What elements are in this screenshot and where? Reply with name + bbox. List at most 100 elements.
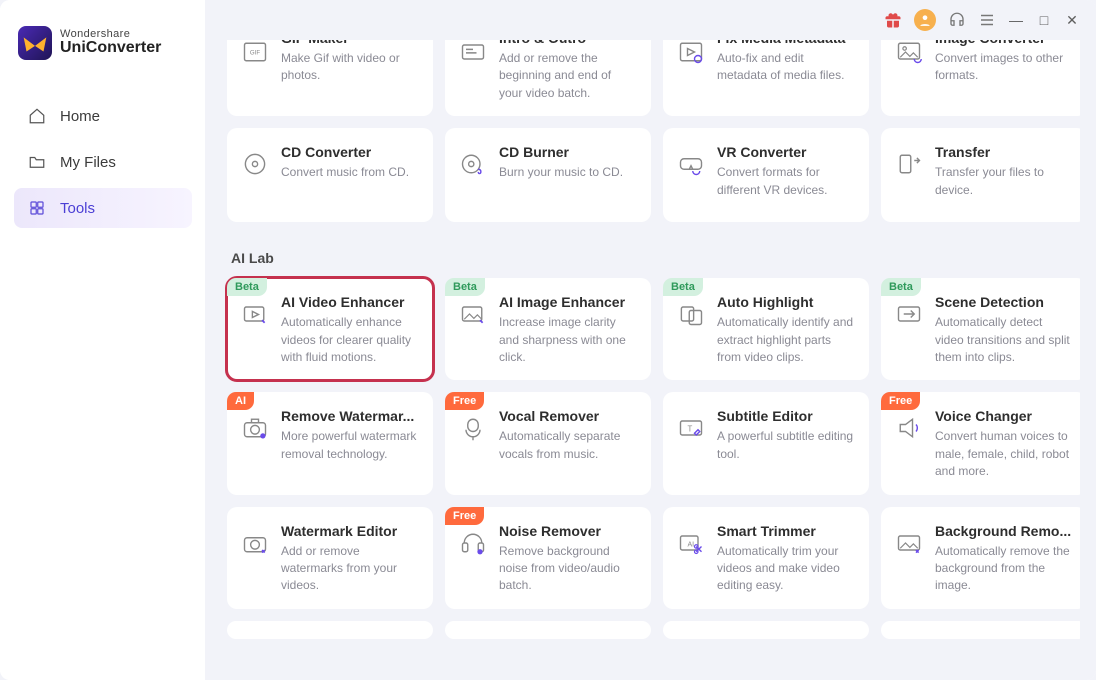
cd-burn-icon	[459, 150, 487, 178]
card-remove-watermark[interactable]: AI Remove Watermar... More powerful wate…	[227, 392, 433, 494]
card-vr-converter[interactable]: VR Converter Convert formats for differe…	[663, 128, 869, 222]
card-desc: Make Gif with video or photos.	[281, 50, 419, 85]
bgremove-icon	[895, 529, 923, 557]
gif-icon: GIF	[241, 40, 269, 66]
svg-text:T: T	[688, 425, 693, 434]
card-title: VR Converter	[717, 144, 855, 160]
main: — □ ✕ GIF GIF Maker Make Gif with video …	[205, 0, 1096, 680]
card-fix-metadata[interactable]: Fix Media Metadata Auto-fix and edit met…	[663, 40, 869, 116]
scene-icon	[895, 300, 923, 328]
card-title: Subtitle Editor	[717, 408, 855, 424]
card-background-remover[interactable]: Background Remo... Automatically remove …	[881, 507, 1080, 609]
sidebar: Wondershare UniConverter Home My Files T…	[0, 0, 205, 680]
tools-icon	[28, 199, 46, 217]
titlebar: — □ ✕	[205, 0, 1096, 40]
card-watermark-editor[interactable]: Watermark Editor Add or remove watermark…	[227, 507, 433, 609]
card-peek[interactable]	[445, 621, 651, 639]
card-noise-remover[interactable]: Free Noise Remover Remove background noi…	[445, 507, 651, 609]
brand-logo: Wondershare UniConverter	[14, 20, 192, 74]
content: GIF GIF Maker Make Gif with video or pho…	[205, 40, 1096, 680]
card-desc: Add or remove watermarks from your video…	[281, 543, 419, 595]
ai-badge: AI	[227, 392, 254, 410]
card-image-converter[interactable]: Image Converter Convert images to other …	[881, 40, 1080, 116]
card-desc: Automatically enhance videos for clearer…	[281, 314, 419, 366]
cd-convert-icon	[241, 150, 269, 178]
card-title: CD Converter	[281, 144, 409, 160]
sidebar-item-tools[interactable]: Tools	[14, 188, 192, 228]
card-desc: Automatically detect video transitions a…	[935, 314, 1073, 366]
card-peek[interactable]	[663, 621, 869, 639]
scroll-area[interactable]: GIF GIF Maker Make Gif with video or pho…	[205, 40, 1080, 670]
card-desc: Remove background noise from video/audio…	[499, 543, 637, 595]
card-desc: Add or remove the beginning and end of y…	[499, 50, 637, 102]
svg-text:GIF: GIF	[250, 50, 260, 57]
nav: Home My Files Tools	[14, 96, 192, 228]
maximize-button[interactable]: □	[1036, 12, 1052, 28]
card-cd-converter[interactable]: CD Converter Convert music from CD.	[227, 128, 433, 222]
card-title: Transfer	[935, 144, 1073, 160]
card-voice-changer[interactable]: Free Voice Changer Convert human voices …	[881, 392, 1080, 494]
card-gif-maker[interactable]: GIF GIF Maker Make Gif with video or pho…	[227, 40, 433, 116]
ai-row-2: AI Remove Watermar... More powerful wate…	[213, 392, 1080, 494]
card-subtitle-editor[interactable]: T Subtitle Editor A powerful subtitle ed…	[663, 392, 869, 494]
image-enhance-icon	[459, 300, 487, 328]
card-title: Intro & Outro	[499, 40, 637, 46]
card-desc: Burn your music to CD.	[499, 164, 623, 181]
vocal-icon	[459, 414, 487, 442]
beta-badge: Beta	[663, 278, 703, 296]
card-peek[interactable]	[881, 621, 1080, 639]
sidebar-item-label: Tools	[60, 200, 95, 217]
card-title: AI Image Enhancer	[499, 294, 637, 310]
beta-badge: Beta	[227, 278, 267, 296]
card-title: Remove Watermar...	[281, 408, 419, 424]
tool-row-2: CD Converter Convert music from CD. CD B…	[213, 128, 1080, 222]
image-convert-icon	[895, 40, 923, 66]
video-enhance-icon	[241, 300, 269, 328]
highlight-icon	[677, 300, 705, 328]
card-desc: Automatically identify and extract highl…	[717, 314, 855, 366]
brand-name: UniConverter	[60, 40, 161, 57]
card-intro-outro[interactable]: Intro & Outro Add or remove the beginnin…	[445, 40, 651, 116]
card-title: Background Remo...	[935, 523, 1073, 539]
card-transfer[interactable]: Transfer Transfer your files to device.	[881, 128, 1080, 222]
card-ai-image-enhancer[interactable]: Beta AI Image Enhancer Increase image cl…	[445, 278, 651, 380]
gift-icon[interactable]	[884, 11, 902, 29]
card-ai-video-enhancer[interactable]: Beta AI Video Enhancer Automatically enh…	[227, 278, 433, 380]
beta-badge: Beta	[445, 278, 485, 296]
card-title: Scene Detection	[935, 294, 1073, 310]
vr-icon	[677, 150, 705, 178]
card-title: Voice Changer	[935, 408, 1073, 424]
card-desc: Automatically trim your videos and make …	[717, 543, 855, 595]
svg-text:AI: AI	[688, 541, 695, 548]
sidebar-item-myfiles[interactable]: My Files	[14, 142, 192, 182]
menu-icon[interactable]	[978, 11, 996, 29]
card-desc: Convert music from CD.	[281, 164, 409, 181]
sidebar-item-label: My Files	[60, 154, 116, 171]
close-button[interactable]: ✕	[1064, 12, 1080, 29]
metadata-icon	[677, 40, 705, 66]
card-peek[interactable]	[227, 621, 433, 639]
card-title: Image Converter	[935, 40, 1073, 46]
card-scene-detection[interactable]: Beta Scene Detection Automatically detec…	[881, 278, 1080, 380]
intro-icon	[459, 40, 487, 66]
card-smart-trimmer[interactable]: AI Smart Trimmer Automatically trim your…	[663, 507, 869, 609]
card-vocal-remover[interactable]: Free Vocal Remover Automatically separat…	[445, 392, 651, 494]
card-title: Fix Media Metadata	[717, 40, 855, 46]
free-badge: Free	[881, 392, 920, 410]
card-desc: Auto-fix and edit metadata of media file…	[717, 50, 855, 85]
ai-row-4-peek	[213, 621, 1080, 639]
watermark-icon	[241, 529, 269, 557]
minimize-button[interactable]: —	[1008, 12, 1024, 28]
sidebar-item-home[interactable]: Home	[14, 96, 192, 136]
card-title: GIF Maker	[281, 40, 419, 46]
avatar-icon[interactable]	[914, 9, 936, 31]
headset-icon[interactable]	[948, 11, 966, 29]
card-auto-highlight[interactable]: Beta Auto Highlight Automatically identi…	[663, 278, 869, 380]
ai-row-1: Beta AI Video Enhancer Automatically enh…	[213, 278, 1080, 380]
card-desc: Increase image clarity and sharpness wit…	[499, 314, 637, 366]
free-badge: Free	[445, 392, 484, 410]
card-cd-burner[interactable]: CD Burner Burn your music to CD.	[445, 128, 651, 222]
card-desc: Convert images to other formats.	[935, 50, 1073, 85]
card-desc: A powerful subtitle editing tool.	[717, 428, 855, 463]
camera-icon	[241, 414, 269, 442]
